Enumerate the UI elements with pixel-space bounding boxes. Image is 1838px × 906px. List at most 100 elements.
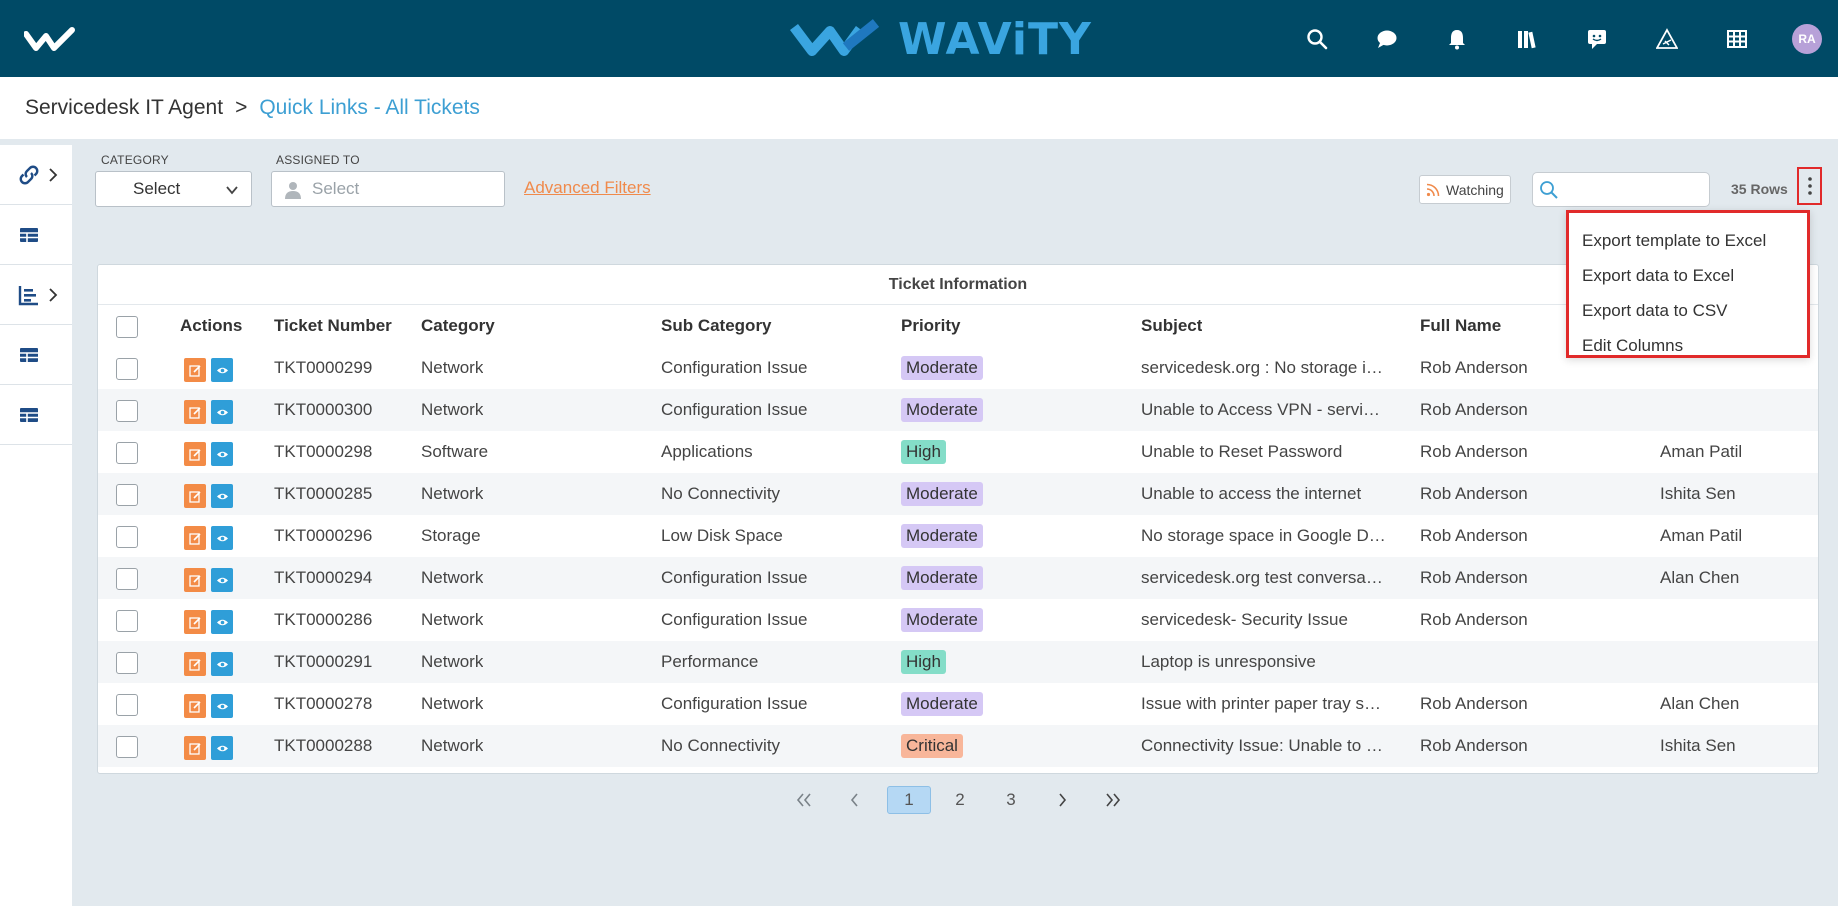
priority-badge: Moderate bbox=[901, 608, 983, 632]
row-actions bbox=[184, 526, 238, 550]
search-icon[interactable] bbox=[1282, 22, 1352, 56]
grid-icon[interactable] bbox=[1702, 22, 1772, 56]
breadcrumb-root[interactable]: Servicedesk IT Agent bbox=[25, 96, 223, 120]
next-page-button[interactable] bbox=[1038, 786, 1086, 814]
table-row[interactable]: TKT0000291 Network Performance High Laptop i… bbox=[98, 641, 1818, 683]
row-actions bbox=[184, 652, 238, 676]
view-button[interactable] bbox=[211, 736, 233, 760]
view-button[interactable] bbox=[211, 400, 233, 424]
page-1-button[interactable]: 1 bbox=[887, 786, 931, 814]
column-header-category[interactable]: Category bbox=[421, 316, 495, 336]
chat-icon[interactable] bbox=[1352, 22, 1422, 56]
table-row[interactable]: TKT0000294 Network Configuration Issue Mode… bbox=[98, 557, 1818, 599]
view-button[interactable] bbox=[211, 610, 233, 634]
advanced-filters-link[interactable]: Advanced Filters bbox=[524, 178, 651, 198]
edit-icon bbox=[188, 364, 201, 377]
table-search-input[interactable] bbox=[1532, 172, 1710, 207]
assigned-to-select[interactable]: Select bbox=[271, 171, 505, 207]
priority-badge: High bbox=[901, 650, 946, 674]
view-button[interactable] bbox=[211, 694, 233, 718]
row-checkbox[interactable] bbox=[116, 526, 138, 548]
column-header-subject[interactable]: Subject bbox=[1141, 316, 1202, 336]
sidebar-item-table-3[interactable] bbox=[0, 385, 72, 445]
edit-button[interactable] bbox=[184, 568, 206, 592]
rows-count: 35 Rows bbox=[1731, 181, 1788, 197]
view-button[interactable] bbox=[211, 526, 233, 550]
row-checkbox[interactable] bbox=[116, 694, 138, 716]
brand-logo: WAViTY bbox=[790, 14, 1092, 65]
column-header-ticket-number[interactable]: Ticket Number bbox=[274, 316, 392, 336]
sidebar-item-table-2[interactable] bbox=[0, 325, 72, 385]
avatar[interactable]: RA bbox=[1792, 24, 1822, 54]
row-checkbox[interactable] bbox=[116, 652, 138, 674]
table-row[interactable]: TKT0000298 Software Applications High Unable… bbox=[98, 431, 1818, 473]
home-logo-icon[interactable] bbox=[24, 24, 76, 54]
table-row[interactable]: TKT0000286 Network Configuration Issue Mode… bbox=[98, 599, 1818, 641]
edit-button[interactable] bbox=[184, 652, 206, 676]
warning-icon[interactable] bbox=[1632, 22, 1702, 56]
bell-icon[interactable] bbox=[1422, 22, 1492, 56]
cell-priority: High bbox=[901, 440, 946, 464]
menu-item-export-data-excel[interactable]: Export data to Excel bbox=[1569, 258, 1807, 293]
watching-label: Watching bbox=[1446, 181, 1504, 198]
table-icon bbox=[20, 227, 38, 242]
edit-button[interactable] bbox=[184, 736, 206, 760]
eye-icon bbox=[216, 493, 228, 499]
table-row[interactable]: TKT0000300 Network Configuration Issue Mode… bbox=[98, 389, 1818, 431]
edit-button[interactable] bbox=[184, 358, 206, 382]
cell-sub-category: Configuration Issue bbox=[661, 358, 808, 377]
column-header-full-name[interactable]: Full Name bbox=[1420, 316, 1501, 336]
feedback-icon[interactable] bbox=[1562, 22, 1632, 56]
cell-assignee: Ishita Sen bbox=[1660, 484, 1736, 503]
prev-page-button[interactable] bbox=[831, 786, 879, 814]
watching-button[interactable]: Watching bbox=[1419, 175, 1511, 204]
more-options-button[interactable] bbox=[1797, 167, 1822, 205]
view-button[interactable] bbox=[211, 358, 233, 382]
cell-category: Network bbox=[421, 652, 484, 671]
category-filter-label: CATEGORY bbox=[101, 153, 169, 167]
row-checkbox[interactable] bbox=[116, 400, 138, 422]
row-checkbox[interactable] bbox=[116, 736, 138, 758]
category-select[interactable]: Select bbox=[95, 171, 252, 207]
cell-subject: Laptop is unresponsive bbox=[1141, 652, 1316, 671]
table-row[interactable]: TKT0000285 Network No Connectivity Moderate… bbox=[98, 473, 1818, 515]
last-page-button[interactable] bbox=[1089, 786, 1137, 814]
first-page-button[interactable] bbox=[780, 786, 828, 814]
row-checkbox[interactable] bbox=[116, 610, 138, 632]
column-header-priority[interactable]: Priority bbox=[901, 316, 961, 336]
sidebar-item-reports[interactable] bbox=[0, 265, 72, 325]
sidebar-item-quick-links[interactable] bbox=[0, 145, 72, 205]
page-3-button[interactable]: 3 bbox=[987, 786, 1035, 814]
row-checkbox[interactable] bbox=[116, 484, 138, 506]
sidebar-item-table-1[interactable] bbox=[0, 205, 72, 265]
table-row[interactable]: TKT0000278 Network Configuration Issue Mode… bbox=[98, 683, 1818, 725]
view-button[interactable] bbox=[211, 568, 233, 592]
row-checkbox[interactable] bbox=[116, 442, 138, 464]
library-icon[interactable] bbox=[1492, 22, 1562, 56]
edit-button[interactable] bbox=[184, 526, 206, 550]
select-all-checkbox[interactable] bbox=[116, 316, 138, 338]
row-checkbox[interactable] bbox=[116, 358, 138, 380]
view-button[interactable] bbox=[211, 442, 233, 466]
edit-button[interactable] bbox=[184, 610, 206, 634]
edit-button[interactable] bbox=[184, 694, 206, 718]
cell-priority: High bbox=[901, 650, 946, 674]
menu-item-export-template-excel[interactable]: Export template to Excel bbox=[1569, 223, 1807, 258]
view-button[interactable] bbox=[211, 652, 233, 676]
page-2-button[interactable]: 2 bbox=[936, 786, 984, 814]
edit-icon bbox=[188, 700, 201, 713]
edit-button[interactable] bbox=[184, 400, 206, 424]
edit-icon bbox=[188, 406, 201, 419]
menu-item-export-data-csv[interactable]: Export data to CSV bbox=[1569, 293, 1807, 328]
table-row[interactable]: TKT0000288 Network No Connectivity Critical… bbox=[98, 725, 1818, 767]
table-row[interactable]: TKT0000296 Storage Low Disk Space Moderate N… bbox=[98, 515, 1818, 557]
column-header-sub-category[interactable]: Sub Category bbox=[661, 316, 772, 336]
cell-ticket-number: TKT0000299 bbox=[274, 358, 373, 377]
row-checkbox[interactable] bbox=[116, 568, 138, 590]
table-row[interactable]: TKT0000299 Network Configuration Issue Mode… bbox=[98, 347, 1818, 389]
edit-button[interactable] bbox=[184, 442, 206, 466]
cell-category: Network bbox=[421, 610, 484, 629]
view-button[interactable] bbox=[211, 484, 233, 508]
edit-button[interactable] bbox=[184, 484, 206, 508]
menu-item-edit-columns[interactable]: Edit Columns bbox=[1569, 328, 1807, 363]
